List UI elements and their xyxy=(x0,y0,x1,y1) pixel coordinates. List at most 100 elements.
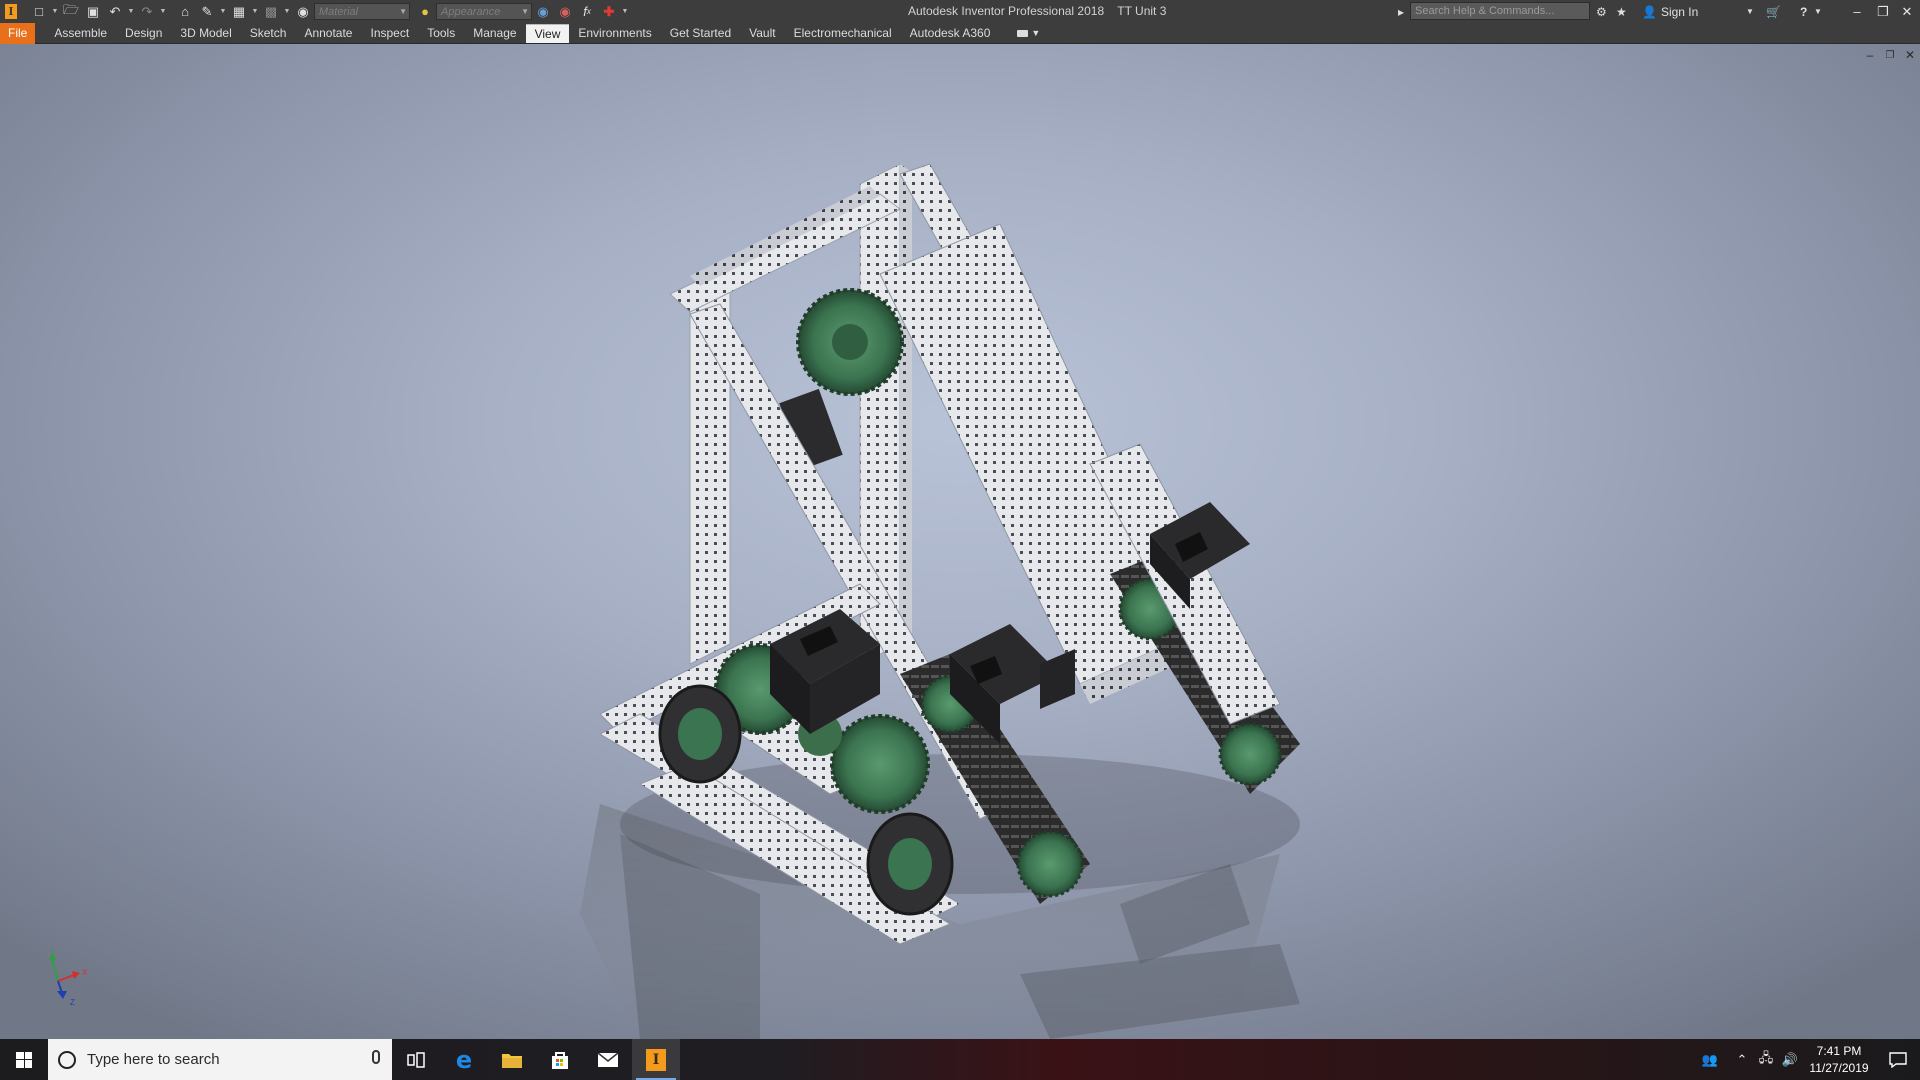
help-icon[interactable]: ? xyxy=(1800,0,1807,23)
tab-electromechanical[interactable]: Electromechanical xyxy=(785,24,901,43)
top-gear xyxy=(796,288,904,396)
notification-icon xyxy=(1889,1051,1907,1068)
redo-dropdown-icon[interactable]: ▼ xyxy=(158,0,168,23)
color-wheel-icon[interactable]: ◉ xyxy=(292,0,314,23)
app-window: I □ ▼ 🗁 ▣ ↶ ▼ ↷ ▼ ⌂ ✎ ▼ ▦ ▼ ▩ ▼ ◉ Materi… xyxy=(0,0,1920,1080)
quick-access-toolbar: I □ ▼ 🗁 ▣ ↶ ▼ ↷ ▼ ⌂ ✎ ▼ ▦ ▼ ▩ ▼ ◉ Materi… xyxy=(0,0,630,23)
taskbar-search-box[interactable]: Type here to search xyxy=(48,1039,392,1080)
update-dropdown-icon[interactable]: ▼ xyxy=(218,0,228,23)
chevron-down-icon: ▼ xyxy=(521,7,529,16)
sign-in-dropdown-icon[interactable]: ▼ xyxy=(1746,0,1754,23)
redo-icon[interactable]: ↷ xyxy=(136,0,158,23)
favorites-star-icon[interactable]: ★ xyxy=(1616,0,1627,23)
inventor-app-icon: I xyxy=(646,1048,666,1071)
cart-icon[interactable]: 🛒 xyxy=(1766,0,1781,23)
search-expand-icon[interactable]: ▸ xyxy=(1398,0,1404,23)
microphone-icon[interactable] xyxy=(372,1050,380,1064)
taskbar-search-placeholder: Type here to search xyxy=(87,1051,220,1068)
help-search-input[interactable]: Search Help & Commands... xyxy=(1410,2,1590,20)
appearance-combo[interactable]: Appearance ▼ xyxy=(436,3,532,20)
edge-icon: e xyxy=(455,1045,473,1074)
update-icon[interactable]: ✎ xyxy=(196,0,218,23)
tab-manage[interactable]: Manage xyxy=(464,24,525,43)
appearance-sphere-icon: ● xyxy=(421,4,429,19)
clear-appearance-icon[interactable]: ◉ xyxy=(554,0,576,23)
store-bag-icon xyxy=(552,1051,568,1069)
undo-icon[interactable]: ↶ xyxy=(104,0,126,23)
edge-button[interactable]: e xyxy=(440,1039,488,1080)
open-folder-icon[interactable]: 🗁 xyxy=(60,0,82,23)
mail-button[interactable] xyxy=(584,1039,632,1080)
tab-view[interactable]: View xyxy=(525,23,570,43)
tab-design[interactable]: Design xyxy=(116,24,171,43)
tab-tools[interactable]: Tools xyxy=(418,24,464,43)
chevron-down-icon: ▼ xyxy=(1031,28,1041,38)
tab-autodesk-a360[interactable]: Autodesk A360 xyxy=(901,24,1000,43)
store-button[interactable] xyxy=(536,1039,584,1080)
tab-environments[interactable]: Environments xyxy=(569,24,660,43)
rebuild-dropdown-icon[interactable]: ▼ xyxy=(282,0,292,23)
graphics-viewport[interactable]: – ❐ ✕ Y X Z xyxy=(0,44,1920,1039)
help-dropdown-icon[interactable]: ▼ xyxy=(1814,0,1822,23)
tab-vault[interactable]: Vault xyxy=(740,24,784,43)
save-icon[interactable]: ▣ xyxy=(82,0,104,23)
camera-icon xyxy=(1017,29,1029,37)
title-bar: I □ ▼ 🗁 ▣ ↶ ▼ ↷ ▼ ⌂ ✎ ▼ ▦ ▼ ▩ ▼ ◉ Materi… xyxy=(0,0,1920,23)
restore-icon[interactable]: ❐ xyxy=(1870,0,1896,23)
system-tray: 👥 ⌃ 🖧 🔊 7:41 PM 11/27/2019 xyxy=(1698,1039,1920,1080)
ribbon-tab-bar: File Assemble Design 3D Model Sketch Ann… xyxy=(0,22,1920,44)
volume-icon[interactable]: 🔊 xyxy=(1778,1052,1802,1068)
inventor-logo-icon[interactable]: I xyxy=(0,0,22,23)
task-view-button[interactable] xyxy=(392,1039,440,1080)
chevron-down-icon: ▼ xyxy=(399,7,407,16)
clock-date: 11/27/2019 xyxy=(1809,1060,1869,1075)
folder-icon xyxy=(502,1053,522,1068)
adjust-appearance-icon[interactable]: ◉ xyxy=(532,0,554,23)
customize-qat-icon[interactable]: ▼ xyxy=(620,0,630,23)
axis-triad[interactable]: Y X Z xyxy=(40,949,90,1009)
tab-file[interactable]: File xyxy=(0,22,36,44)
app-title: Autodesk Inventor Professional 2018 xyxy=(908,4,1105,18)
home-icon[interactable]: ⌂ xyxy=(174,0,196,23)
cortana-icon xyxy=(58,1050,76,1069)
network-icon[interactable]: 🖧 xyxy=(1754,1049,1778,1071)
undo-dropdown-icon[interactable]: ▼ xyxy=(126,0,136,23)
user-icon: 👤 xyxy=(1642,4,1657,19)
material-combo[interactable]: Material ▼ xyxy=(314,3,410,20)
action-center-button[interactable] xyxy=(1876,1051,1920,1068)
sign-in-label: Sign In xyxy=(1660,4,1699,19)
task-view-icon xyxy=(407,1051,425,1068)
inventor-taskbar-button[interactable]: I xyxy=(632,1039,680,1080)
clock-time: 7:41 PM xyxy=(1816,1043,1862,1058)
select-dropdown-icon[interactable]: ▼ xyxy=(250,0,260,23)
tab-get-started[interactable]: Get Started xyxy=(661,24,740,43)
material-combo-label: Material xyxy=(319,5,359,18)
people-icon[interactable]: 👥 xyxy=(1698,1052,1722,1068)
ipart-icon[interactable]: ✚ xyxy=(598,0,620,23)
start-button[interactable] xyxy=(0,1039,48,1080)
sign-in-button[interactable]: 👤 Sign In xyxy=(1642,0,1698,23)
ribbon-display-options[interactable]: ▼ xyxy=(1017,28,1040,38)
select-icon[interactable]: ▦ xyxy=(228,0,250,23)
tab-annotate[interactable]: Annotate xyxy=(295,24,361,43)
mail-icon xyxy=(597,1051,619,1067)
windows-logo-icon xyxy=(16,1051,32,1068)
window-title: Autodesk Inventor Professional 2018 TT U… xyxy=(908,4,1176,18)
communication-center-icon[interactable]: ⚙ xyxy=(1596,0,1607,23)
close-icon[interactable]: ✕ xyxy=(1894,0,1920,23)
windows-taskbar: Type here to search e I 👥 ⌃ 🖧 🔊 7:41 PM xyxy=(0,1039,1920,1080)
new-file-icon[interactable]: □ xyxy=(28,0,50,23)
document-title: TT Unit 3 xyxy=(1117,4,1167,18)
parameters-icon[interactable]: fx xyxy=(576,0,598,23)
show-hidden-icons-icon[interactable]: ⌃ xyxy=(1730,1052,1754,1068)
tab-inspect[interactable]: Inspect xyxy=(361,24,418,43)
minimize-icon[interactable]: – xyxy=(1844,0,1870,23)
tab-sketch[interactable]: Sketch xyxy=(241,24,296,43)
robot-assembly-model[interactable] xyxy=(0,44,1920,1039)
rebuild-icon[interactable]: ▩ xyxy=(260,0,282,23)
tab-3d-model[interactable]: 3D Model xyxy=(171,24,240,43)
new-dropdown-icon[interactable]: ▼ xyxy=(50,0,60,23)
file-explorer-button[interactable] xyxy=(488,1039,536,1080)
tab-assemble[interactable]: Assemble xyxy=(45,24,116,43)
system-clock[interactable]: 7:41 PM 11/27/2019 xyxy=(1802,1043,1876,1077)
